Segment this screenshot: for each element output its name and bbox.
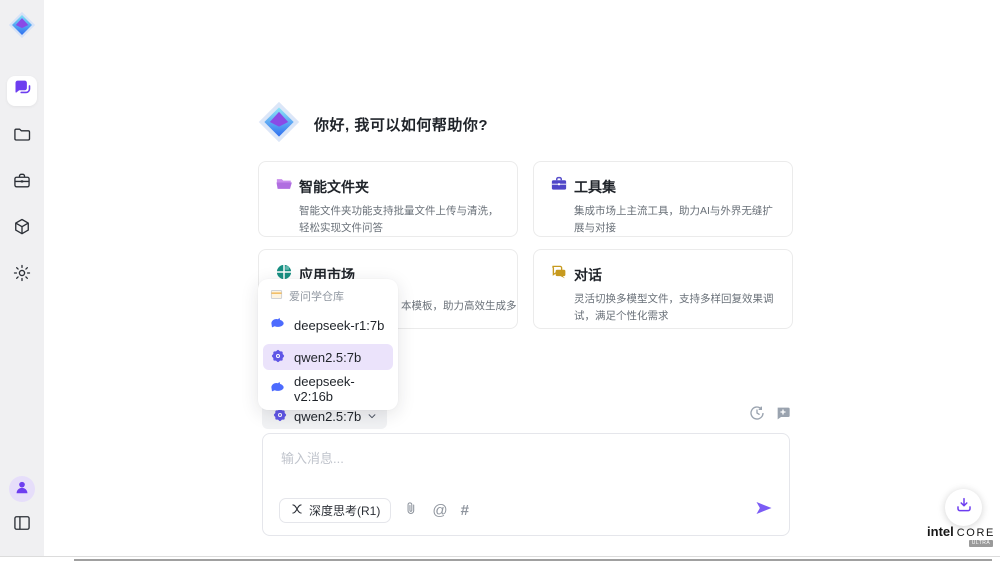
model-option-deepseek-v2[interactable]: deepseek-v2:16b bbox=[263, 376, 393, 402]
briefcase-icon bbox=[12, 171, 32, 196]
deep-think-toggle[interactable]: 深度思考(R1) bbox=[279, 498, 391, 523]
model-option-label: deepseek-r1:7b bbox=[294, 318, 384, 333]
panel-toggle-icon bbox=[12, 513, 32, 538]
user-icon bbox=[12, 477, 32, 502]
app-window: 你好, 我可以如何帮助你? 智能文件夹 智能文件夹功能支持批量文件上传与清洗，轻… bbox=[0, 0, 1000, 563]
chevron-down-icon bbox=[367, 409, 377, 424]
sidebar-item-settings[interactable] bbox=[7, 260, 37, 290]
card-dialogue[interactable]: 对话 灵活切换多模型文件，支持多样回复效果调试，满足个性化需求 bbox=[533, 249, 793, 329]
model-option-label: deepseek-v2:16b bbox=[294, 374, 386, 404]
model-dropdown-group: 爱问学仓库 bbox=[263, 286, 393, 306]
chat-bubbles-gold-icon bbox=[550, 263, 568, 286]
repository-icon bbox=[270, 288, 283, 304]
sidebar-bottom bbox=[9, 476, 35, 556]
card-smart-folder[interactable]: 智能文件夹 智能文件夹功能支持批量文件上传与清洗，轻松实现文件问答 bbox=[258, 161, 518, 237]
cube-icon bbox=[12, 217, 32, 242]
history-button[interactable] bbox=[749, 405, 765, 426]
model-selector-value: qwen2.5:7b bbox=[294, 409, 361, 424]
intel-word: intel bbox=[927, 524, 954, 539]
card-description: 集成市场上主流工具，助力AI与外界无缝扩展与对接 bbox=[574, 203, 786, 237]
hash-icon: # bbox=[461, 503, 469, 518]
intel-ultra-tag: ultra bbox=[969, 540, 993, 547]
input-toolbar: 深度思考(R1) @ # bbox=[279, 498, 773, 523]
qwen-star-icon bbox=[270, 348, 286, 367]
card-description: 智能文件夹功能支持批量文件上传与清洗，轻松实现文件问答 bbox=[299, 203, 511, 237]
card-toolset[interactable]: 工具集 集成市场上主流工具，助力AI与外界无缝扩展与对接 bbox=[533, 161, 793, 237]
download-icon bbox=[955, 496, 973, 519]
model-option-deepseek-r1[interactable]: deepseek-r1:7b bbox=[263, 312, 393, 338]
paperclip-icon bbox=[404, 501, 419, 521]
window-bottom-shadow bbox=[74, 559, 992, 561]
attach-file-button[interactable] bbox=[404, 501, 419, 521]
briefcase-indigo-icon bbox=[550, 175, 568, 198]
app-logo-icon bbox=[7, 10, 37, 40]
chat-actions bbox=[749, 405, 791, 426]
chat-icon bbox=[12, 78, 33, 104]
sidebar-nav bbox=[7, 76, 37, 306]
page-title: 你好, 我可以如何帮助你? bbox=[314, 114, 488, 135]
new-chat-button[interactable] bbox=[775, 405, 791, 426]
new-chat-icon bbox=[775, 405, 791, 426]
mention-button[interactable]: @ bbox=[432, 503, 447, 518]
greeting: 你好, 我可以如何帮助你? bbox=[257, 100, 488, 149]
intel-core-badge: intel core ultra bbox=[927, 524, 995, 547]
deep-think-label: 深度思考(R1) bbox=[309, 502, 380, 519]
model-group-label: 爱问学仓库 bbox=[289, 288, 344, 304]
card-title: 智能文件夹 bbox=[299, 177, 369, 197]
folder-purple-icon bbox=[275, 175, 293, 198]
download-button[interactable] bbox=[945, 489, 982, 526]
intel-core-word: core bbox=[957, 527, 995, 539]
chat-input-box: 深度思考(R1) @ # bbox=[262, 433, 790, 536]
folder-icon bbox=[12, 125, 32, 150]
card-title: 对话 bbox=[574, 265, 602, 285]
topic-button[interactable]: # bbox=[461, 503, 469, 518]
model-dropdown: 爱问学仓库 deepseek-r1:7b qwen2.5:7b bbox=[258, 279, 398, 410]
sidebar-item-chat[interactable] bbox=[7, 76, 37, 106]
send-icon bbox=[755, 499, 773, 522]
gear-icon bbox=[12, 263, 32, 288]
history-icon bbox=[749, 405, 765, 426]
send-button[interactable] bbox=[755, 499, 773, 522]
greeting-logo-icon bbox=[257, 100, 301, 149]
at-icon: @ bbox=[432, 503, 447, 518]
sidebar bbox=[0, 0, 44, 556]
deepseek-whale-icon bbox=[270, 380, 286, 399]
sidebar-item-models[interactable] bbox=[7, 214, 37, 244]
model-option-label: qwen2.5:7b bbox=[294, 350, 361, 365]
card-title: 工具集 bbox=[574, 177, 616, 197]
deep-think-icon bbox=[290, 502, 304, 519]
model-option-qwen[interactable]: qwen2.5:7b bbox=[263, 344, 393, 370]
message-input[interactable] bbox=[281, 446, 761, 470]
collapse-sidebar-button[interactable] bbox=[9, 512, 35, 538]
deepseek-whale-icon bbox=[270, 316, 286, 335]
window-bottom-edge bbox=[0, 556, 1000, 557]
user-avatar[interactable] bbox=[9, 476, 35, 502]
card-description: 灵活切换多模型文件，支持多样回复效果调试，满足个性化需求 bbox=[574, 291, 786, 326]
sidebar-item-toolbox[interactable] bbox=[7, 168, 37, 198]
sidebar-item-folders[interactable] bbox=[7, 122, 37, 152]
card-description-visible-fragment: 本模板，助力高效生成多 bbox=[401, 298, 518, 315]
